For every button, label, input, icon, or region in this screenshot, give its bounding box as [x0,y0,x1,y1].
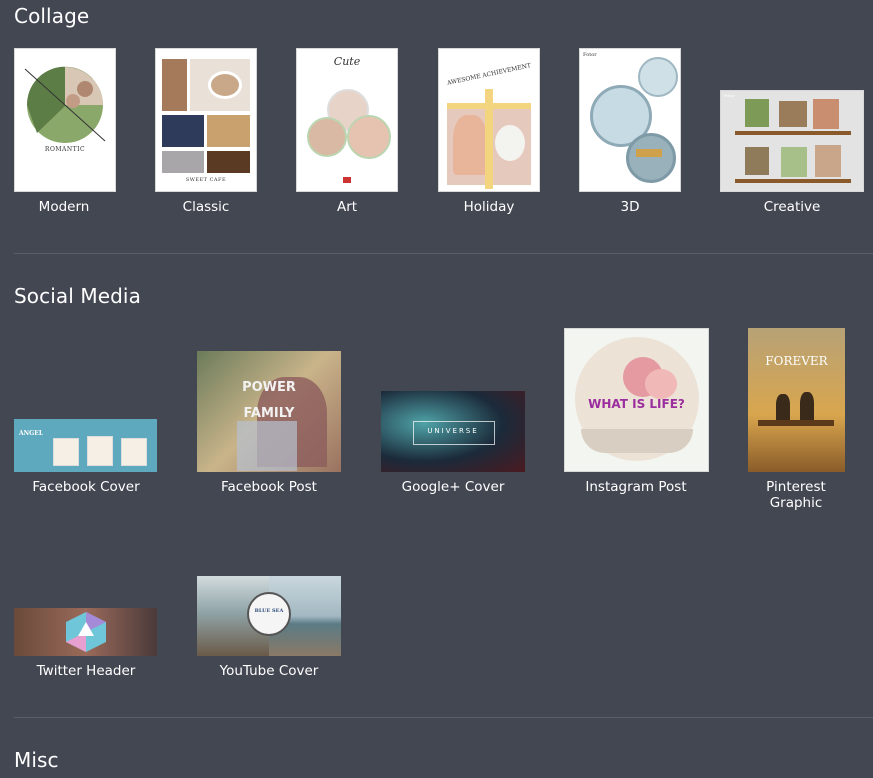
thumb-caption: ROMANTIC [44,146,86,153]
template-label: 3D [620,199,640,215]
template-label: Facebook Post [221,479,317,495]
template-label: Google+ Cover [401,479,505,495]
section-divider [14,717,873,718]
template-label: Classic [182,199,230,215]
template-thumbnail: UNIVERSE [381,391,525,472]
template-thumbnail [14,608,157,656]
thumb-caption: WHAT IS LIFE? [588,397,685,411]
section-title-misc: Misc [14,748,59,772]
thumb-caption: UNIVERSE [427,427,479,435]
template-thumbnail: ROMANTIC [14,48,116,192]
template-label: Creative [763,199,821,215]
thumb-caption: Cute [333,55,361,68]
thumb-caption: BLUE SEA [254,608,284,614]
thumb-caption: Fotor [724,93,735,98]
template-label: Holiday [463,199,515,215]
template-label: Twitter Header [36,663,136,679]
template-label: Facebook Cover [32,479,140,495]
template-label: Art [336,199,358,215]
template-thumbnail: ANGEL [14,419,157,472]
thumb-caption: FOREVER [765,354,828,368]
template-thumbnail: FOREVER [748,328,845,472]
thumb-caption: Fotor [583,52,597,58]
thumb-caption: POWER FAMILY [242,380,296,421]
section-title-collage: Collage [14,4,90,28]
template-thumbnail: Fotor [720,90,864,192]
template-thumbnail: Cute [296,48,398,192]
template-label: Instagram Post [585,479,687,495]
template-thumbnail: SWEET CAFE [155,48,257,192]
section-divider [14,253,873,254]
template-label: Modern [38,199,90,215]
template-thumbnail: WHAT IS LIFE? [564,328,709,472]
thumb-caption: ANGEL [19,430,44,437]
template-label: YouTube Cover [219,663,319,679]
template-thumbnail: Fotor [579,48,681,192]
section-title-social-media: Social Media [14,284,141,308]
thumb-caption: SWEET CAFE [185,177,227,183]
template-thumbnail: BLUE SEA [197,576,341,656]
template-label: Pinterest Graphic [766,479,826,511]
template-thumbnail: POWER FAMILY [197,351,341,472]
template-thumbnail: AWESOME ACHIEVEMENT [438,48,540,192]
thumb-caption: AWESOME ACHIEVEMENT [446,62,532,87]
